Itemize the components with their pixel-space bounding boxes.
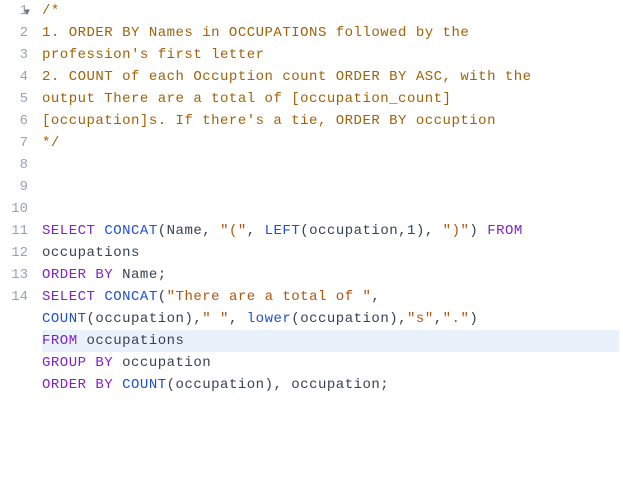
keyword-from: FROM (487, 223, 523, 239)
ident-occupation: occupation (300, 311, 389, 327)
line-gutter: 1▼ 2 3 4 5 6 7 8 9 10 11 12 13 14 (0, 0, 36, 418)
ident-occupation: occupation (176, 377, 265, 393)
code-line[interactable] (42, 198, 619, 220)
gutter-6[interactable]: 6 (0, 110, 28, 132)
comma: , (202, 223, 220, 239)
string-literal: ")" (443, 223, 470, 239)
func-concat: CONCAT (104, 223, 157, 239)
code-line[interactable]: ORDER BY Name; (42, 264, 619, 286)
comma: , (229, 311, 247, 327)
gutter-10[interactable]: 10 (0, 198, 28, 220)
comma: , (434, 311, 443, 327)
keyword-select: SELECT (42, 223, 95, 239)
ident-occupation: occupation (309, 223, 398, 239)
comment-text: output There are a total of [occupation_… (42, 91, 460, 107)
comment-text: profession's first letter (42, 47, 265, 63)
code-line[interactable]: GROUP BY occupation (42, 352, 619, 374)
ident-name: Name (122, 267, 158, 283)
code-line[interactable] (42, 396, 619, 418)
gutter-3[interactable]: 3 (0, 44, 28, 66)
string-literal: "(" (220, 223, 247, 239)
comment-open: /* (42, 3, 60, 19)
code-line[interactable]: ORDER BY COUNT(occupation), occupation; (42, 374, 619, 396)
paren-close: ) (184, 311, 193, 327)
keyword-from: FROM (42, 333, 78, 349)
code-line[interactable]: 1. ORDER BY Names in OCCUPATIONS followe… (42, 22, 619, 44)
paren-close: ) (416, 223, 425, 239)
keyword-orderby: ORDER BY (42, 267, 113, 283)
comma: , (398, 223, 407, 239)
code-line[interactable]: SELECT CONCAT(Name, "(", LEFT(occupation… (42, 220, 619, 242)
gutter-7[interactable]: 7 (0, 132, 28, 154)
string-literal: "s" (407, 311, 434, 327)
string-literal: " " (202, 311, 229, 327)
code-line[interactable] (42, 176, 619, 198)
gutter-1[interactable]: 1▼ (0, 0, 28, 22)
comma: , (247, 223, 265, 239)
code-line[interactable]: COUNT(occupation)," ", lower(occupation)… (42, 308, 619, 330)
code-line[interactable]: output There are a total of [occupation_… (42, 88, 619, 110)
paren-close: ) (469, 223, 478, 239)
ident-occupation: occupation (95, 311, 184, 327)
code-line-active[interactable]: FROM occupations (42, 330, 619, 352)
paren-open: ( (291, 311, 300, 327)
comment-text: 2. COUNT of each Occuption count ORDER B… (42, 69, 540, 85)
code-line[interactable]: occupations (42, 242, 619, 264)
gutter-9[interactable]: 9 (0, 176, 28, 198)
code-editor: 1▼ 2 3 4 5 6 7 8 9 10 11 12 13 14 /* 1. … (0, 0, 623, 418)
keyword-groupby: GROUP BY (42, 355, 113, 371)
gutter-2[interactable]: 2 (0, 22, 28, 44)
comma: , (371, 289, 389, 305)
number-literal: 1 (407, 223, 416, 239)
gutter-4[interactable]: 4 (0, 66, 28, 88)
paren-open: ( (158, 223, 167, 239)
ident-occupations: occupations (42, 245, 140, 261)
comment-text: 1. ORDER BY Names in OCCUPATIONS followe… (42, 25, 478, 41)
gutter-12[interactable]: 12 (0, 242, 28, 264)
code-line[interactable]: [occupation]s. If there's a tie, ORDER B… (42, 110, 619, 132)
gutter-11[interactable]: 11 (0, 220, 28, 242)
code-line[interactable]: */ (42, 132, 619, 154)
paren-close: ) (389, 311, 398, 327)
func-lower: lower (247, 311, 292, 327)
code-line[interactable]: 2. COUNT of each Occuption count ORDER B… (42, 66, 619, 88)
gutter-5[interactable]: 5 (0, 88, 28, 110)
code-line[interactable] (42, 154, 619, 176)
func-left: LEFT (265, 223, 301, 239)
code-line[interactable]: SELECT CONCAT("There are a total of ", (42, 286, 619, 308)
semicolon: ; (158, 267, 167, 283)
gutter-13[interactable]: 13 (0, 264, 28, 286)
comma: , (425, 223, 443, 239)
comma: , (193, 311, 202, 327)
comment-close: */ (42, 135, 60, 151)
gutter-14[interactable]: 14 (0, 286, 28, 308)
ident-occupation: occupation (122, 355, 211, 371)
code-line[interactable]: profession's first letter (42, 44, 619, 66)
ident-occupations: occupations (87, 333, 185, 349)
comma: , (398, 311, 407, 327)
paren-open: ( (300, 223, 309, 239)
semicolon: ; (380, 377, 389, 393)
string-literal: "." (443, 311, 470, 327)
func-concat: CONCAT (104, 289, 157, 305)
keyword-orderby: ORDER BY (42, 377, 113, 393)
code-area[interactable]: /* 1. ORDER BY Names in OCCUPATIONS foll… (36, 0, 623, 418)
paren-open: ( (167, 377, 176, 393)
string-literal: "There are a total of " (167, 289, 372, 305)
comma: , (273, 377, 291, 393)
func-count: COUNT (122, 377, 167, 393)
paren-close: ) (469, 311, 478, 327)
ident-name: Name (167, 223, 203, 239)
gutter-8[interactable]: 8 (0, 154, 28, 176)
keyword-select: SELECT (42, 289, 95, 305)
ident-occupation: occupation (291, 377, 380, 393)
paren-open: ( (158, 289, 167, 305)
comment-text: [occupation]s. If there's a tie, ORDER B… (42, 113, 496, 129)
func-count: COUNT (42, 311, 87, 327)
code-line[interactable]: /* (42, 0, 619, 22)
